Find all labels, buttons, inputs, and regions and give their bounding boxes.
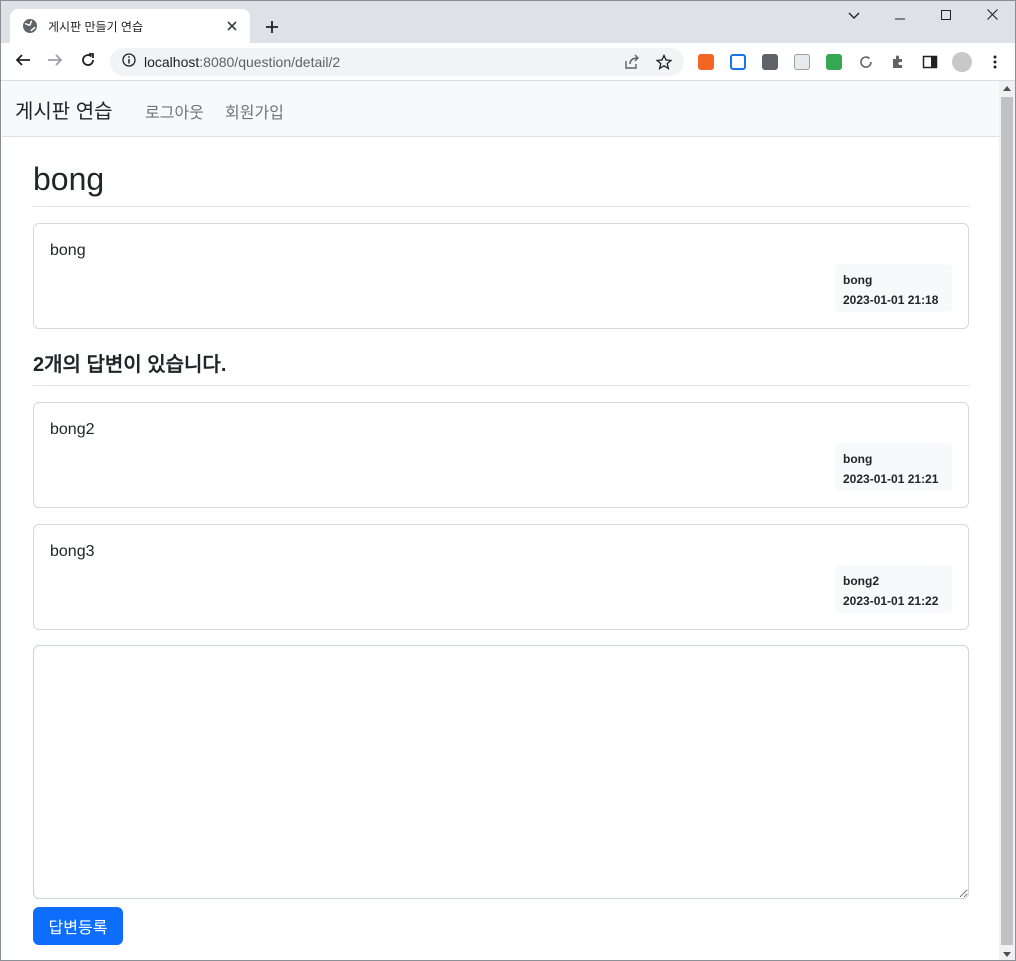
tab-strip: 게시판 만들기 연습: [1, 1, 1015, 43]
page-scrollbar[interactable]: [999, 81, 1015, 960]
reload-icon: [80, 52, 96, 73]
minimize-icon: [895, 7, 905, 25]
chevron-down-icon: [848, 7, 860, 25]
puzzle-icon[interactable]: [890, 54, 906, 70]
question-card: bong bong 2023-01-01 21:18: [33, 223, 969, 329]
scroll-up-icon[interactable]: [999, 81, 1015, 95]
answer-author: bong2: [843, 574, 879, 588]
answer-card: bong2 bong 2023-01-01 21:21: [33, 402, 969, 508]
forward-button[interactable]: [43, 50, 67, 74]
arrow-right-icon: [47, 52, 63, 73]
answer-author-badge: bong 2023-01-01 21:21: [835, 443, 952, 491]
share-icon[interactable]: [624, 54, 640, 70]
answer-count-heading: 2개의 답변이 있습니다.: [33, 353, 969, 386]
browser-window: 게시판 만들기 연습 localhost:8080/question/detai…: [0, 0, 1016, 961]
close-window-button[interactable]: [969, 1, 1015, 31]
answer-content: bong3: [50, 543, 95, 560]
bookmark-star-icon[interactable]: [656, 54, 672, 70]
question-date: 2023-01-01 21:18: [843, 293, 939, 307]
extension-ex-icon[interactable]: [698, 54, 714, 70]
globe-icon: [22, 18, 38, 34]
address-bar[interactable]: localhost:8080/question/detail/2: [110, 48, 684, 76]
extension-window-icon[interactable]: [794, 54, 810, 70]
site-navbar: 게시판 연습 로그아웃 회원가입: [2, 81, 999, 137]
extension-i-icon[interactable]: [762, 54, 778, 70]
back-button[interactable]: [11, 50, 35, 74]
tab-search-button[interactable]: [831, 1, 877, 31]
url-text: localhost:8080/question/detail/2: [144, 54, 340, 70]
answer-date: 2023-01-01 21:21: [843, 472, 939, 486]
nav-link-signup[interactable]: 회원가입: [225, 99, 284, 123]
more-vertical-icon[interactable]: [987, 54, 1003, 70]
answer-date: 2023-01-01 21:22: [843, 594, 939, 608]
nav-link-logout[interactable]: 로그아웃: [145, 99, 204, 123]
scroll-down-icon[interactable]: [999, 947, 1015, 960]
answer-author: bong: [843, 452, 873, 466]
navbar-brand[interactable]: 게시판 연습: [15, 95, 113, 124]
extension-green-icon[interactable]: [826, 54, 842, 70]
profile-avatar[interactable]: [952, 52, 972, 72]
question-author-badge: bong 2023-01-01 21:18: [835, 264, 952, 312]
extension-reload-icon[interactable]: [858, 54, 874, 70]
reload-button[interactable]: [76, 50, 100, 74]
scrollbar-thumb[interactable]: [1001, 97, 1013, 945]
answer-author-badge: bong2 2023-01-01 21:22: [835, 565, 952, 613]
info-icon[interactable]: [122, 52, 136, 72]
close-tab-icon[interactable]: [224, 18, 240, 34]
extension-shield-icon[interactable]: [730, 54, 746, 70]
answer-card: bong3 bong2 2023-01-01 21:22: [33, 524, 969, 630]
arrow-left-icon: [15, 52, 31, 73]
url-host: localhost: [144, 54, 200, 70]
browser-toolbar: localhost:8080/question/detail/2: [1, 43, 1015, 81]
browser-tab-active[interactable]: 게시판 만들기 연습: [10, 9, 250, 43]
new-tab-button[interactable]: [260, 15, 284, 39]
url-path: :8080/question/detail/2: [199, 54, 341, 70]
question-content: bong: [50, 242, 86, 259]
maximize-button[interactable]: [923, 1, 969, 31]
question-author: bong: [843, 273, 873, 287]
maximize-icon: [941, 7, 951, 25]
page-viewport: 게시판 연습 로그아웃 회원가입 bong bong bong 2023-01-…: [2, 81, 999, 960]
submit-answer-button[interactable]: 답변등록: [33, 907, 123, 945]
minimize-button[interactable]: [877, 1, 923, 31]
side-panel-icon[interactable]: [922, 54, 938, 70]
answer-content: bong2: [50, 421, 95, 438]
question-subject: bong: [33, 161, 969, 207]
tab-title: 게시판 만들기 연습: [48, 19, 143, 34]
close-icon: [986, 7, 998, 25]
answer-textarea[interactable]: [33, 645, 969, 899]
